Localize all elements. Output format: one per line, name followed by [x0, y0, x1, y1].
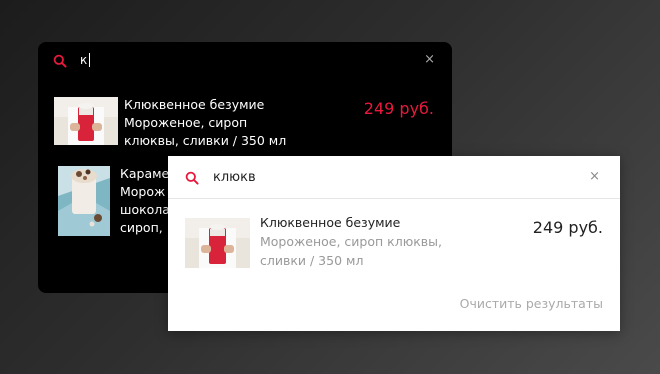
- search-result-item[interactable]: Клюквенное безумие Мороженое, сироп клюк…: [185, 214, 603, 274]
- light-search-panel: клюкв × Клюквенное безумие Мороженое, си…: [168, 156, 620, 331]
- item-title: Клюквенное безумие: [260, 215, 401, 230]
- product-thumbnail: [58, 166, 110, 236]
- close-icon[interactable]: ×: [424, 52, 435, 67]
- item-title: Клюквенное безумие: [124, 97, 265, 112]
- item-description: Мороженое, сироп клюквы, сливки / 350 мл: [260, 234, 442, 268]
- item-description: Мороженое, сироп клюквы, сливки / 350 мл: [124, 115, 287, 148]
- product-thumbnail: [185, 218, 250, 268]
- light-search-bar[interactable]: клюкв ×: [168, 156, 620, 199]
- search-icon: [185, 171, 199, 185]
- clear-results-button[interactable]: Очистить результаты: [460, 296, 603, 311]
- dark-search-bar[interactable]: к ×: [38, 42, 452, 80]
- product-thumbnail: [54, 97, 118, 145]
- search-icon: [53, 54, 67, 68]
- close-icon[interactable]: ×: [589, 169, 600, 184]
- light-search-input[interactable]: клюкв: [213, 170, 256, 186]
- item-title: Караме: [120, 166, 170, 181]
- item-price: 249 руб.: [363, 99, 434, 118]
- item-price: 249 руб.: [532, 218, 603, 237]
- dark-search-input[interactable]: к: [80, 53, 91, 67]
